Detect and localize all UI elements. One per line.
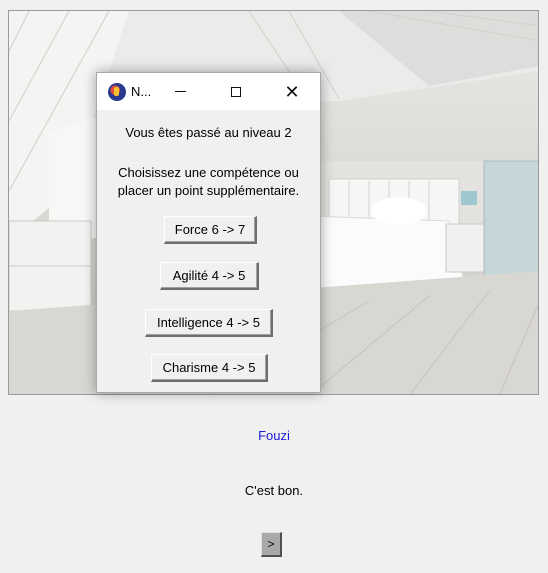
choose-message: Choisissez une compétence ou placer un p…: [97, 164, 320, 200]
force-button[interactable]: Force 6 -> 7: [164, 216, 257, 244]
next-button[interactable]: >: [261, 532, 282, 557]
minimize-button[interactable]: [155, 73, 205, 110]
level-up-dialog: N... ✕ Vous êtes passé au niveau 2 Chois…: [96, 72, 321, 393]
dialog-titlebar[interactable]: N... ✕: [97, 73, 320, 110]
dialogue-text: C'est bon.: [244, 483, 304, 498]
close-icon: ✕: [284, 81, 300, 102]
choose-message-line-1: Choisissez une compétence ou: [118, 165, 299, 180]
agility-button[interactable]: Agilité 4 -> 5: [160, 262, 259, 290]
dialog-title: N...: [131, 84, 152, 99]
maximize-button[interactable]: [211, 73, 261, 110]
intelligence-button[interactable]: Intelligence 4 -> 5: [145, 309, 273, 337]
minimize-icon: [174, 91, 186, 92]
app-icon: [108, 82, 126, 101]
maximize-icon: [231, 86, 241, 97]
close-button[interactable]: ✕: [267, 73, 317, 110]
speaker-name: Fouzi: [258, 428, 290, 443]
charisma-button[interactable]: Charisme 4 -> 5: [151, 354, 268, 382]
level-message: Vous êtes passé au niveau 2: [125, 125, 292, 140]
choose-message-line-2: placer un point supplémentaire.: [117, 183, 300, 198]
